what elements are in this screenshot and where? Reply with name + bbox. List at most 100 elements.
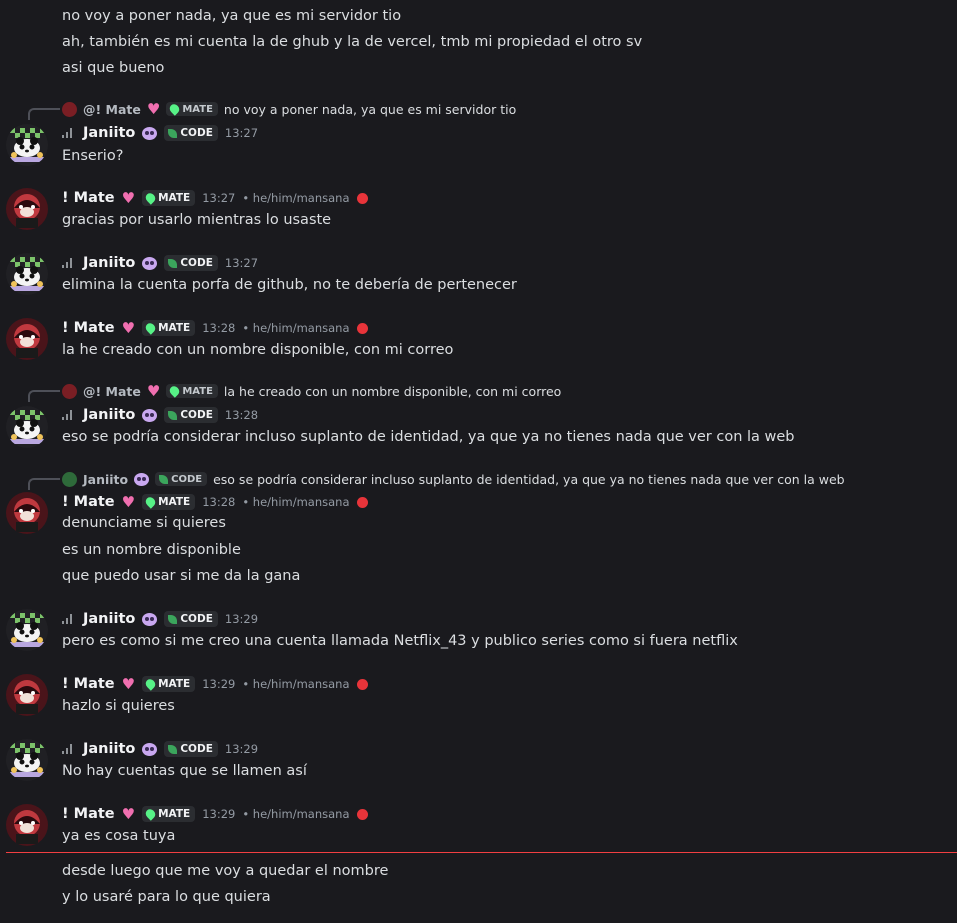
message-line: Enserio? — [62, 148, 124, 164]
message-header: Janiito CODE 13:27 — [62, 123, 258, 143]
reply-author: Janiito — [83, 471, 129, 487]
signal-bars-icon — [62, 744, 74, 754]
apple-icon — [356, 678, 368, 690]
role-tag: MATE — [166, 102, 218, 116]
panda-emoji-icon — [142, 408, 158, 422]
username[interactable]: Janiito — [83, 407, 135, 423]
apple-icon — [356, 322, 368, 334]
message-line: no voy a poner nada, ya que es mi servid… — [62, 8, 402, 24]
message-line: No hay cuentas que se llamen así — [62, 763, 307, 779]
username[interactable]: Janiito — [83, 741, 135, 757]
role-tag: CODE — [164, 407, 218, 423]
message-header: Janiito CODE 13:28 — [62, 405, 258, 425]
drop-icon — [143, 321, 158, 335]
avatar-mini — [62, 383, 77, 399]
role-tag: CODE — [155, 472, 208, 486]
drop-icon — [143, 495, 158, 509]
message-line: ya es cosa tuya — [62, 828, 176, 844]
username[interactable]: ! Mate — [62, 676, 115, 692]
reply-author: @! Mate — [83, 101, 141, 117]
drop-icon — [143, 191, 158, 205]
role-tag: MATE — [142, 676, 196, 692]
reply-preview[interactable]: @! Mate ♥ MATE la he creado con un nombr… — [62, 382, 561, 400]
reply-text: eso se podría considerar incluso suplant… — [213, 471, 845, 487]
username[interactable]: ! Mate — [62, 806, 115, 822]
apple-icon — [356, 192, 368, 204]
avatar[interactable] — [6, 739, 48, 781]
message-header: Janiito CODE 13:27 — [62, 253, 258, 273]
heart-icon: ♥ — [121, 805, 136, 823]
message-line: hazlo si quieres — [62, 698, 175, 714]
username[interactable]: Janiito — [83, 255, 135, 271]
avatar[interactable] — [6, 124, 48, 166]
message-line: desde luego que me voy a quedar el nombr… — [62, 863, 389, 879]
signal-bars-icon — [62, 128, 74, 138]
timestamp: 13:29 — [224, 612, 259, 626]
avatar[interactable] — [6, 188, 48, 230]
role-tag: CODE — [164, 255, 218, 271]
message-header: Janiito CODE 13:29 — [62, 739, 258, 759]
pronouns: • he/him/mansana — [242, 677, 350, 691]
reply-preview[interactable]: @! Mate ♥ MATE no voy a poner nada, ya q… — [62, 100, 516, 118]
avatar[interactable] — [6, 253, 48, 295]
leaf-icon — [159, 474, 169, 484]
avatar[interactable] — [6, 318, 48, 360]
message-line: ah, también es mi cuenta la de ghub y la… — [62, 34, 643, 50]
apple-icon — [356, 496, 368, 508]
username[interactable]: ! Mate — [62, 494, 115, 510]
reply-author: @! Mate — [83, 383, 141, 399]
leaf-icon — [168, 410, 178, 420]
role-tag: MATE — [142, 494, 196, 510]
username[interactable]: ! Mate — [62, 190, 115, 206]
leaf-icon — [168, 258, 178, 268]
drop-icon — [168, 384, 182, 398]
reply-text: la he creado con un nombre disponible, c… — [223, 383, 562, 399]
heart-icon: ♥ — [121, 189, 136, 207]
heart-icon: ♥ — [146, 100, 161, 118]
heart-icon: ♥ — [121, 675, 136, 693]
role-tag: CODE — [164, 611, 218, 627]
timestamp: 13:27 — [224, 126, 259, 140]
leaf-icon — [168, 614, 178, 624]
timestamp: 13:29 — [224, 742, 259, 756]
username[interactable]: Janiito — [83, 611, 135, 627]
heart-icon: ♥ — [121, 319, 136, 337]
panda-emoji-icon — [142, 126, 158, 140]
role-tag: MATE — [166, 384, 218, 398]
message-header: Janiito CODE 13:29 — [62, 609, 258, 629]
role-tag: MATE — [142, 320, 196, 336]
message-line: gracias por usarlo mientras lo usaste — [62, 212, 332, 228]
role-tag: CODE — [164, 741, 218, 757]
message-header: ! Mate ♥ MATE 13:29 • he/him/mansana — [62, 674, 368, 694]
heart-icon: ♥ — [121, 493, 136, 511]
username[interactable]: Janiito — [83, 125, 135, 141]
reply-spine — [28, 478, 60, 490]
avatar[interactable] — [6, 492, 48, 534]
reply-spine — [28, 390, 60, 402]
pronouns: • he/him/mansana — [242, 191, 350, 205]
reply-text: no voy a poner nada, ya que es mi servid… — [223, 101, 517, 117]
timestamp: 13:28 — [202, 495, 236, 509]
avatar-mini — [62, 101, 77, 117]
pronouns: • he/him/mansana — [242, 321, 350, 335]
message-line: asi que bueno — [62, 60, 165, 76]
drop-icon — [168, 102, 182, 116]
panda-emoji-icon — [142, 612, 158, 626]
reply-preview[interactable]: Janiito CODE eso se podría considerar in… — [62, 470, 845, 488]
reply-spine — [28, 108, 60, 120]
avatar[interactable] — [6, 674, 48, 716]
heart-icon: ♥ — [146, 382, 161, 400]
message-header: ! Mate ♥ MATE 13:28 • he/him/mansana — [62, 492, 368, 512]
timestamp: 13:29 — [202, 677, 236, 691]
timestamp: 13:27 — [202, 191, 236, 205]
role-tag: MATE — [142, 190, 196, 206]
avatar[interactable] — [6, 406, 48, 448]
avatar[interactable] — [6, 609, 48, 651]
drop-icon — [143, 677, 158, 691]
username[interactable]: ! Mate — [62, 320, 115, 336]
avatar[interactable] — [6, 804, 48, 846]
message-header: ! Mate ♥ MATE 13:28 • he/him/mansana — [62, 318, 368, 338]
panda-emoji-icon — [142, 256, 158, 270]
leaf-icon — [168, 744, 178, 754]
timestamp: 13:29 — [202, 807, 236, 821]
